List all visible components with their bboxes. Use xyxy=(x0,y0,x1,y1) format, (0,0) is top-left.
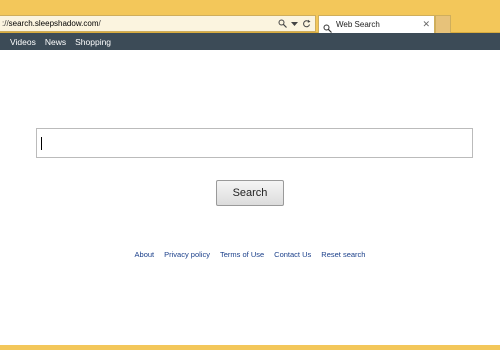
footer-link-reset[interactable]: Reset search xyxy=(321,250,365,259)
browser-tab[interactable]: Web Search ✕ xyxy=(318,15,435,33)
dropdown-arrow-icon[interactable] xyxy=(290,19,299,28)
footer-link-privacy[interactable]: Privacy policy xyxy=(164,250,210,259)
nav-news[interactable]: News xyxy=(45,37,66,47)
refresh-icon[interactable] xyxy=(302,19,311,28)
footer-links: About Privacy policy Terms of Use Contac… xyxy=(0,250,500,259)
address-suffix: / xyxy=(98,19,101,28)
new-tab-button[interactable] xyxy=(435,15,451,33)
nav-videos[interactable]: Videos xyxy=(10,37,36,47)
top-navbar: Videos News Shopping xyxy=(0,33,500,50)
nav-shopping[interactable]: Shopping xyxy=(75,37,111,47)
search-favicon-icon xyxy=(323,20,332,33)
address-prefix: :// xyxy=(2,19,9,28)
footer-link-about[interactable]: About xyxy=(135,250,155,259)
footer-link-terms[interactable]: Terms of Use xyxy=(220,250,264,259)
close-icon[interactable]: ✕ xyxy=(422,19,430,30)
search-input[interactable] xyxy=(36,128,473,158)
text-caret xyxy=(41,137,42,150)
address-bar[interactable]: ://search.sleepshadow.com/ xyxy=(0,15,316,32)
address-icons xyxy=(278,19,315,28)
address-domain: search.sleepshadow.com xyxy=(8,19,99,28)
tab-title: Web Search xyxy=(336,20,380,29)
search-button[interactable]: Search xyxy=(216,180,284,206)
search-icon[interactable] xyxy=(278,19,287,28)
bottom-bar xyxy=(0,345,500,350)
browser-chrome: ://search.sleepshadow.com/ Web Search ✕ xyxy=(0,0,500,33)
address-text[interactable]: ://search.sleepshadow.com/ xyxy=(0,19,278,28)
footer-link-contact[interactable]: Contact Us xyxy=(274,250,311,259)
